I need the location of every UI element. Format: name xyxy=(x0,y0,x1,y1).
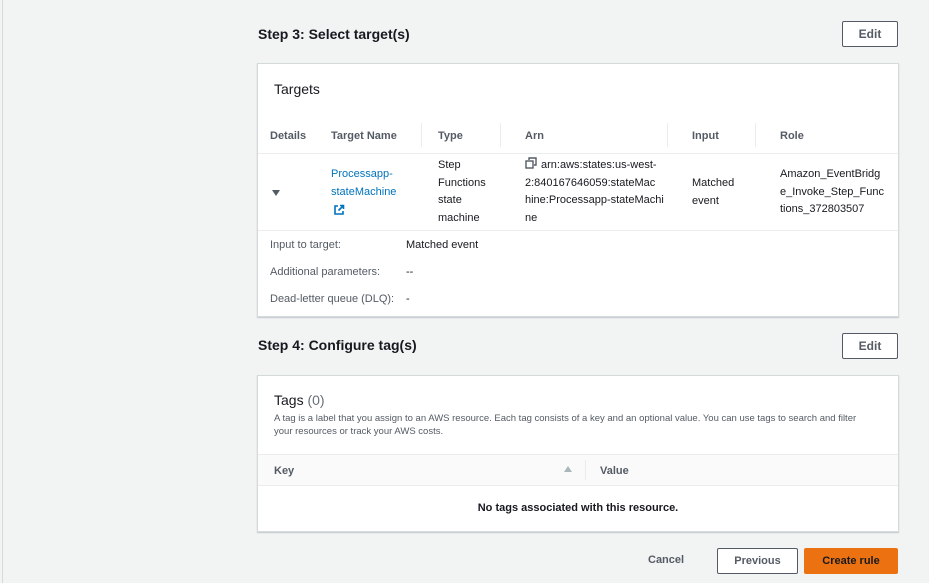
cancel-button[interactable]: Cancel xyxy=(648,554,684,566)
input-line: event xyxy=(692,194,719,207)
copy-icon[interactable] xyxy=(525,157,537,169)
targets-table-header: Details Target Name Type Arn Input Role xyxy=(258,120,898,154)
arn-line: hine:Processapp-stateMachi xyxy=(525,194,664,206)
role-line: Amazon_EventBridg xyxy=(780,168,881,180)
targets-panel-title: Targets xyxy=(274,81,320,97)
col-role: Role xyxy=(780,130,804,142)
previous-button[interactable]: Previous xyxy=(717,548,798,574)
detail-dlq-value: - xyxy=(406,293,410,305)
step3-title: Step 3: Select target(s) xyxy=(258,26,410,42)
expand-caret-icon[interactable] xyxy=(272,190,280,196)
target-name-line: Processapp- xyxy=(331,168,393,180)
type-line: Functions xyxy=(438,176,486,189)
detail-dlq-label: Dead-letter queue (DLQ): xyxy=(270,293,395,305)
col-separator xyxy=(755,123,756,147)
col-type: Type xyxy=(438,130,463,142)
col-value: Value xyxy=(600,465,629,477)
type-line: Step xyxy=(438,159,461,171)
arn-line: arn:aws:states:us-west- xyxy=(541,159,657,171)
step3-edit-button[interactable]: Edit xyxy=(842,21,898,47)
page-left-border xyxy=(2,0,3,583)
detail-input-value: Matched event xyxy=(406,239,479,251)
tags-description: A tag is a label that you assign to an A… xyxy=(274,413,857,437)
tags-panel: Tags (0) A tag is a label that you assig… xyxy=(257,375,899,532)
col-separator xyxy=(421,123,422,147)
detail-params-label: Additional parameters: xyxy=(270,266,381,278)
col-key[interactable]: Key xyxy=(274,465,294,477)
step4-title: Step 4: Configure tag(s) xyxy=(258,337,417,353)
step4-edit-button[interactable]: Edit xyxy=(842,333,898,359)
input-line: Matched xyxy=(692,177,735,189)
tags-title-text: Tags xyxy=(274,392,304,408)
tags-count: (0) xyxy=(307,392,325,408)
col-separator xyxy=(500,123,501,147)
tags-panel-title: Tags (0) xyxy=(274,392,325,408)
target-arn: arn:aws:states:us-west- 2:840167646059:s… xyxy=(525,157,664,227)
role-line: e_Invoke_Step_Func xyxy=(780,185,884,198)
col-separator xyxy=(585,460,586,480)
type-line: machine xyxy=(438,211,480,224)
col-input: Input xyxy=(692,130,719,142)
col-separator xyxy=(667,123,668,147)
type-line: state xyxy=(438,194,462,206)
table-row: Processapp- stateMachine Step Functions … xyxy=(258,154,898,231)
target-name-line: stateMachine xyxy=(331,185,397,198)
create-rule-button[interactable]: Create rule xyxy=(804,548,898,574)
target-name-link[interactable]: Processapp- stateMachine xyxy=(331,166,396,223)
detail-params-value: -- xyxy=(406,266,414,278)
col-arn: Arn xyxy=(525,130,544,142)
tags-table-header: Key Value xyxy=(258,454,898,486)
target-input: Matched event xyxy=(692,175,734,210)
tags-empty-message: No tags associated with this resource. xyxy=(477,502,679,514)
arn-line: ne xyxy=(525,211,538,224)
target-type: Step Functions state machine xyxy=(438,157,486,227)
detail-input-label: Input to target: xyxy=(270,239,341,251)
role-line: tions_372803507 xyxy=(780,203,865,215)
sort-ascending-icon[interactable] xyxy=(564,466,572,472)
arn-line: 2:840167646059:stateMac xyxy=(525,176,656,189)
col-target-name: Target Name xyxy=(331,130,397,142)
target-role: Amazon_EventBridg e_Invoke_Step_Func tio… xyxy=(780,166,884,219)
col-details: Details xyxy=(270,130,307,142)
external-link-icon[interactable] xyxy=(333,204,345,216)
targets-panel: Targets Details Target Name Type Arn Inp… xyxy=(257,63,899,317)
